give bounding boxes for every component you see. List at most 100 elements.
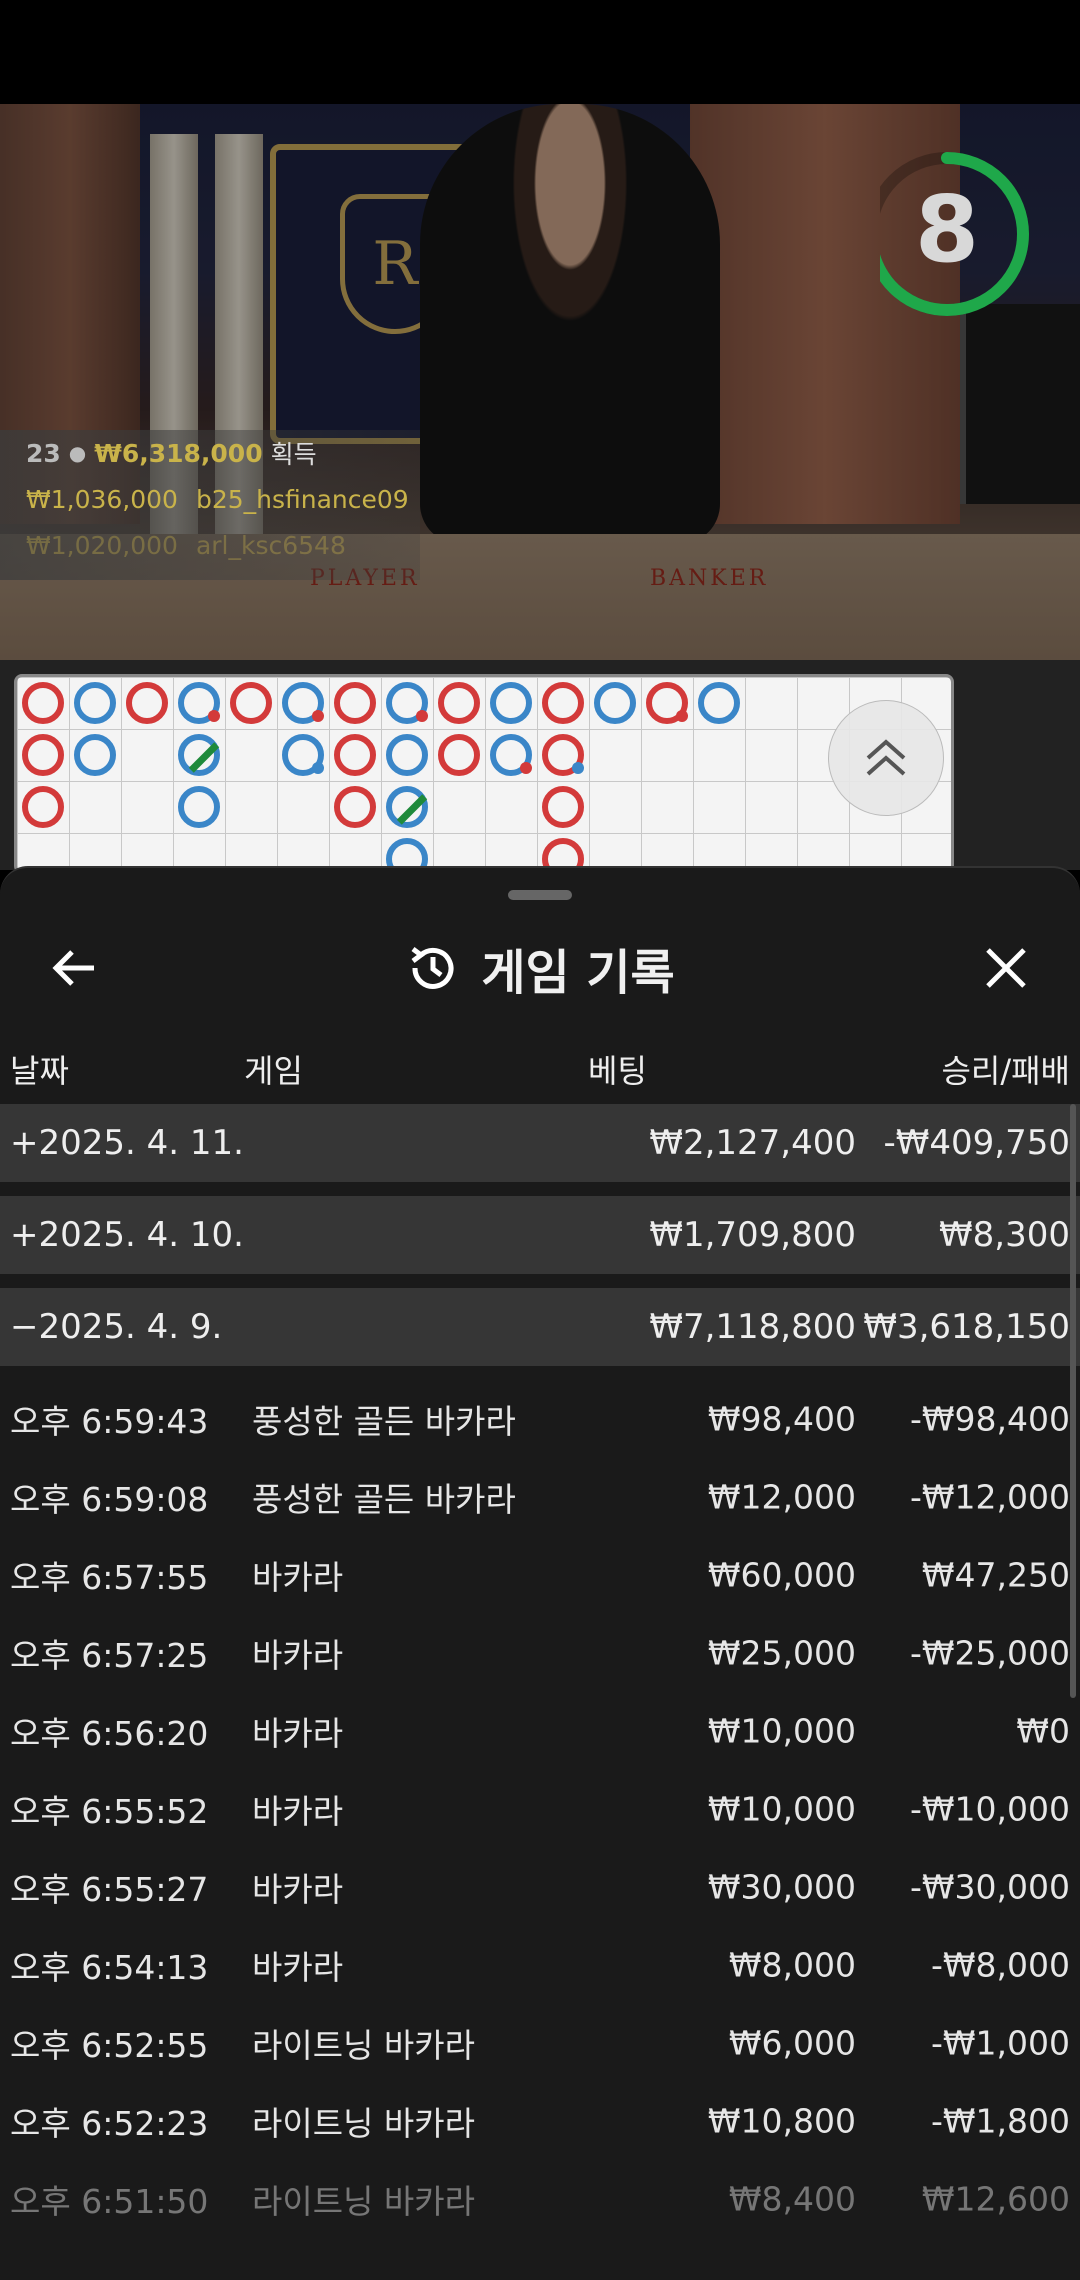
drag-handle[interactable] [508,890,572,900]
day-result: ₩8,300 [939,1215,1070,1255]
day-date: −2025. 4. 9. [10,1307,223,1347]
history-row[interactable]: 오후 6:55:27 바카라 ₩30,000 -₩30,000 [0,1848,1080,1926]
history-row[interactable]: 오후 6:54:13 바카라 ₩8,000 -₩8,000 [0,1926,1080,2004]
history-row[interactable]: 오후 6:57:55 바카라 ₩60,000 ₩47,250 [0,1536,1080,1614]
pair-dot [676,710,688,722]
player-bead [282,682,324,724]
row-game: 바카라 [252,1714,344,1753]
day-group-row[interactable]: +2025. 4. 11. ₩2,127,400 -₩409,750 [0,1104,1080,1182]
row-bet: ₩10,000 [707,1711,856,1751]
history-row[interactable]: 오후 6:52:23 라이트닝 바카라 ₩10,800 -₩1,800 [0,2082,1080,2160]
big-road-grid[interactable] [14,674,954,874]
total-win-amount: ₩6,318,000 [94,438,263,468]
row-bet: ₩10,000 [707,1789,856,1829]
player-bead [386,786,428,828]
close-button[interactable] [974,928,1038,1008]
row-time: 오후 6:57:55 [10,1558,209,1597]
history-row[interactable]: 오후 6:51:50 라이트닝 바카라 ₩8,400 ₩12,600 [0,2160,1080,2238]
row-time: 오후 6:52:23 [10,2104,209,2143]
history-row[interactable]: 오후 6:55:52 바카라 ₩10,000 -₩10,000 [0,1770,1080,1848]
day-group-row[interactable]: −2025. 4. 9. ₩7,118,800 ₩3,618,150 [0,1288,1080,1366]
day-date: +2025. 4. 10. [10,1215,244,1255]
row-game: 라이트닝 바카라 [252,2182,476,2221]
sheet-header: 게임 기록 [0,926,1080,1010]
pair-dot [312,762,324,774]
day-group-row[interactable]: +2025. 4. 10. ₩1,709,800 ₩8,300 [0,1196,1080,1274]
col-date: 날짜 [10,1052,69,1090]
row-time: 오후 6:57:25 [10,1636,209,1675]
pair-dot [572,762,584,774]
banker-bead [22,734,64,776]
row-time: 오후 6:52:55 [10,2026,209,2065]
row-time: 오후 6:59:43 [10,1402,209,1441]
countdown-number: 8 [914,176,979,283]
banker-bead [334,734,376,776]
player-bead [282,734,324,776]
row-game: 풍성한 골든 바카라 [252,1480,516,1519]
expand-roadmap-button[interactable] [828,700,944,816]
row-time: 오후 6:55:27 [10,1870,209,1909]
row-bet: ₩8,000 [728,1945,856,1985]
win-label: 획득 [270,440,317,469]
player-bead [698,682,740,724]
user-icon: ● [68,441,87,465]
win-summary: 23 ● ₩6,318,000 획득 [26,430,420,476]
row-result: -₩30,000 [909,1867,1070,1907]
player-bead [178,734,220,776]
row-time: 오후 6:54:13 [10,1948,209,1987]
column-headers: 날짜 게임 베팅 승리/패배 [0,1038,1080,1100]
row-result: -₩8,000 [930,1945,1070,1985]
win-entry: ₩1,020,000 arl_ksc6548 [26,522,420,568]
player-bead [386,734,428,776]
scrollbar[interactable] [1070,1104,1076,1698]
col-bet: 베팅 [588,1052,647,1090]
game-history-sheet: 게임 기록 날짜 게임 베팅 승리/패배 +2025. 4. 11. ₩2,127… [0,866,1080,2280]
day-bet: ₩7,118,800 [649,1307,856,1347]
pair-dot [520,762,532,774]
win-user: b25_hsfinance09 [195,484,409,514]
banker-bead [230,682,272,724]
row-game: 바카라 [252,1870,344,1909]
row-bet: ₩30,000 [707,1867,856,1907]
col-result: 승리/패배 [941,1052,1070,1090]
row-game: 라이트닝 바카라 [252,2026,476,2065]
day-result: -₩409,750 [883,1123,1071,1163]
row-game: 바카라 [252,1558,344,1597]
player-bead [178,786,220,828]
player-bead [74,682,116,724]
row-time: 오후 6:59:08 [10,1480,209,1519]
sheet-title: 게임 기록 [481,945,675,1001]
banker-bead [334,786,376,828]
row-time: 오후 6:51:50 [10,2182,209,2221]
row-bet: ₩25,000 [707,1633,856,1673]
day-bet: ₩1,709,800 [649,1215,856,1255]
tie-slash [188,742,220,773]
chevron-double-up-icon [866,739,906,776]
row-bet: ₩12,000 [707,1477,856,1517]
row-game: 바카라 [252,1792,344,1831]
row-result: -₩98,400 [909,1399,1070,1439]
win-entry: ₩1,036,000 b25_hsfinance09 [26,476,420,522]
banker-bead [438,734,480,776]
pair-dot [312,710,324,722]
banker-bead [542,682,584,724]
row-game: 라이트닝 바카라 [252,2104,476,2143]
history-row[interactable]: 오후 6:52:55 라이트닝 바카라 ₩6,000 -₩1,000 [0,2004,1080,2082]
tie-slash [396,794,428,825]
player-bead [594,682,636,724]
banker-bead [542,734,584,776]
history-row[interactable]: 오후 6:56:20 바카라 ₩10,000 ₩0 [0,1692,1080,1770]
row-result: -₩1,800 [930,2101,1070,2141]
row-bet: ₩8,400 [728,2179,856,2219]
history-row[interactable]: 오후 6:57:25 바카라 ₩25,000 -₩25,000 [0,1614,1080,1692]
history-row[interactable]: 오후 6:59:43 풍성한 골든 바카라 ₩98,400 -₩98,400 [0,1380,1080,1458]
row-result: ₩0 [1016,1711,1070,1751]
row-bet: ₩60,000 [707,1555,856,1595]
day-result: ₩3,618,150 [863,1307,1070,1347]
player-bead [74,734,116,776]
history-row[interactable]: 오후 6:59:08 풍성한 골든 바카라 ₩12,000 -₩12,000 [0,1458,1080,1536]
banker-bead [22,786,64,828]
history-list[interactable]: +2025. 4. 11. ₩2,127,400 -₩409,750 +2025. 4… [0,1104,1080,2280]
pair-dot [416,710,428,722]
big-wins-ticker: 23 ● ₩6,318,000 획득 ₩1,036,000 b25_hsfina… [0,430,420,580]
